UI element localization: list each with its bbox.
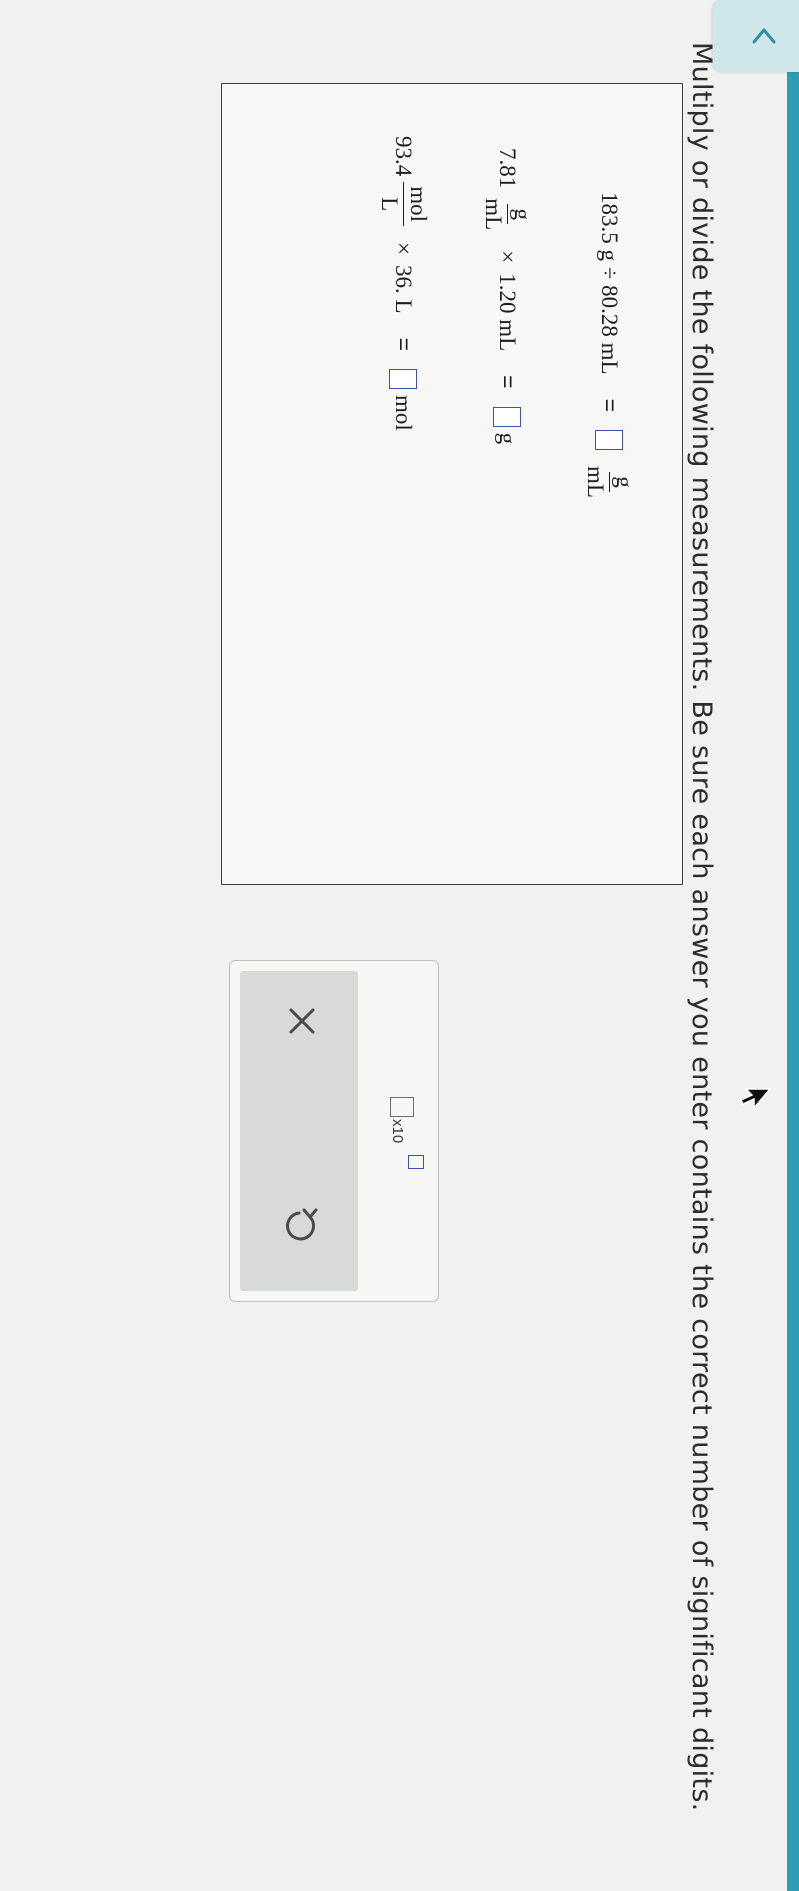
answer-3-unit: mol [391,395,417,431]
clear-button[interactable] [272,991,332,1051]
scientific-notation-button[interactable]: x10 [380,1097,428,1177]
fraction-denominator: L [376,197,402,212]
sci-x10-label: x10 [389,1119,406,1144]
problem-row-1: 183.5 g ÷ 80.28 mL = g mL [582,192,637,508]
unit-denominator: mL [582,466,608,498]
work-area: 183.5 g ÷ 80.28 mL = g mL 7.81 g mL × 1.… [221,83,683,885]
problem-row-2: 7.81 g mL × 1.20 mL = g [480,148,535,445]
problem-2-fraction: g mL [480,194,535,234]
equals-sign: = [390,337,417,352]
close-icon [289,1008,315,1034]
chevron-left-icon [752,28,776,44]
answer-input-1[interactable] [595,430,624,450]
fraction-numerator: mol [402,182,431,227]
problem-row-3: 93.4 mol L × 36. L = mol [376,136,431,431]
problem-3-operand: 36. L [391,265,417,314]
multiply-operator: × [391,242,417,256]
equals-sign: = [494,375,521,389]
answer-input-3[interactable] [389,369,418,390]
answer-2-unit: g [495,432,521,445]
problem-3-fraction: mol L [376,182,431,227]
problem-2-coefficient: 7.81 [495,148,521,189]
undo-button[interactable] [272,1195,332,1255]
instruction-text: Multiply or divide the following measure… [686,42,717,1812]
undo-icon [286,1208,318,1241]
top-accent-bar [787,0,799,1891]
screen-content: Multiply or divide the following measure… [0,0,799,1891]
fraction-denominator: mL [480,198,506,231]
answer-input-2[interactable] [493,406,522,427]
equals-sign: = [596,398,623,412]
mouse-pointer-icon [739,1088,772,1111]
sci-base-box [390,1097,414,1117]
multiply-operator: × [495,250,521,264]
problem-1-expression: 183.5 g ÷ 80.28 mL [597,192,623,375]
answer-toolbox: x10 [229,960,439,1302]
collapse-tab-button[interactable] [713,0,799,72]
answer-1-unit-fraction: g mL [582,462,637,502]
unit-numerator: g [608,472,637,492]
sci-exponent-box [408,1155,424,1169]
problem-2-operand: 1.20 mL [495,273,521,352]
tool-panel [240,971,358,1291]
fraction-numerator: g [506,204,535,224]
problem-3-coefficient: 93.4 [391,136,417,177]
